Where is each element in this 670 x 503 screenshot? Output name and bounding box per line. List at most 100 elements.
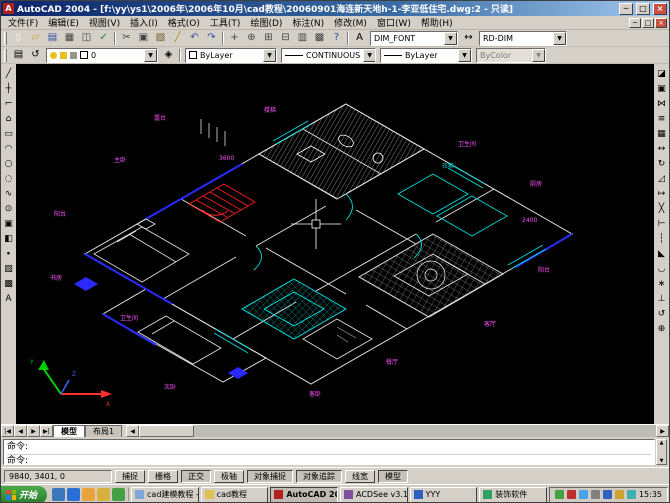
ortho-toggle[interactable]: 正交 bbox=[181, 470, 211, 483]
layer-previous-icon[interactable]: ↺ bbox=[27, 48, 44, 63]
ucs-icon[interactable]: ⊥ bbox=[655, 291, 669, 306]
copy-icon[interactable]: ▣ bbox=[135, 31, 152, 46]
model-toggle[interactable]: 模型 bbox=[378, 470, 408, 483]
drawing-canvas[interactable]: 露台楼梯3600主卧阳台书房卫生间次卧客卧餐厅客厅阳台2400厨房卫生间衣柜XY… bbox=[16, 64, 654, 424]
tab-next-button[interactable]: ▶ bbox=[27, 425, 40, 437]
media-player-icon[interactable] bbox=[82, 488, 95, 501]
toolbar-grip[interactable] bbox=[4, 32, 7, 45]
insert-block-icon[interactable]: ▣ bbox=[2, 216, 16, 231]
polygon-icon[interactable]: ⌂ bbox=[2, 111, 16, 126]
tab-first-button[interactable]: |◀ bbox=[1, 425, 14, 437]
copy-object-icon[interactable]: ▣ bbox=[655, 81, 669, 96]
scroll-down-icon[interactable]: ▼ bbox=[660, 458, 664, 464]
menu-item[interactable]: 修改(M) bbox=[329, 16, 372, 29]
scroll-up-icon[interactable]: ▲ bbox=[660, 440, 664, 446]
offset-icon[interactable]: ≡ bbox=[655, 111, 669, 126]
lineweight-toggle[interactable]: 线宽 bbox=[345, 470, 375, 483]
dim-style-dropdown[interactable]: RD-DIM ▼ bbox=[479, 31, 567, 46]
otrack-toggle[interactable]: 对象追踪 bbox=[296, 470, 342, 483]
zoom-previous-icon[interactable]: ⊟ bbox=[277, 31, 294, 46]
layer-dropdown[interactable]: 0 ▼ bbox=[46, 48, 158, 63]
command-prompt-line[interactable]: 命令: bbox=[7, 454, 651, 467]
revision-cloud-icon[interactable]: ◌ bbox=[2, 171, 16, 186]
folder-task[interactable]: cad教程 bbox=[201, 487, 269, 503]
mdi-close-button[interactable]: × bbox=[655, 18, 667, 28]
menu-item[interactable]: 标注(N) bbox=[287, 16, 329, 29]
new-icon[interactable]: ▯ bbox=[10, 31, 27, 46]
plotstyle-dropdown[interactable]: ByColor ▼ bbox=[476, 48, 546, 63]
close-button[interactable]: × bbox=[653, 3, 667, 15]
chevron-down-icon[interactable]: ▼ bbox=[553, 32, 566, 45]
text-style-dropdown[interactable]: DIM_FONT ▼ bbox=[370, 31, 458, 46]
acdsee-task[interactable]: ACDSee v3.1 - 20... bbox=[340, 487, 408, 503]
designcenter-icon[interactable]: ▩ bbox=[311, 31, 328, 46]
move-icon[interactable]: ↔ bbox=[655, 141, 669, 156]
array-icon[interactable]: ▦ bbox=[655, 126, 669, 141]
save-icon[interactable]: ▤ bbox=[44, 31, 61, 46]
zoom-icon[interactable]: ⊕ bbox=[655, 321, 669, 336]
scrollbar-track[interactable] bbox=[139, 425, 656, 437]
paste-icon[interactable]: ▨ bbox=[152, 31, 169, 46]
redraw-icon[interactable]: ↺ bbox=[655, 306, 669, 321]
color-dropdown[interactable]: ByLayer ▼ bbox=[185, 48, 277, 63]
scheduler-icon[interactable] bbox=[615, 490, 624, 499]
ellipse-icon[interactable]: ⊙ bbox=[2, 201, 16, 216]
autocad-task[interactable]: AutoCAD 2004 - [... bbox=[270, 487, 338, 503]
explode-icon[interactable]: ∗ bbox=[655, 276, 669, 291]
undo-icon[interactable]: ↶ bbox=[186, 31, 203, 46]
spline-icon[interactable]: ∿ bbox=[2, 186, 16, 201]
layout-tab[interactable]: 布局1 bbox=[85, 425, 122, 437]
match-properties-icon[interactable]: ╱ bbox=[169, 31, 186, 46]
menu-item[interactable]: 帮助(H) bbox=[416, 16, 458, 29]
ie-icon[interactable] bbox=[67, 488, 80, 501]
command-scrollbar[interactable]: ▲ ▼ bbox=[656, 439, 667, 465]
extend-icon[interactable]: ⊢ bbox=[655, 216, 669, 231]
polar-toggle[interactable]: 极轴 bbox=[214, 470, 244, 483]
construction-line-icon[interactable]: ┼ bbox=[2, 81, 16, 96]
show-desktop-icon[interactable] bbox=[52, 488, 65, 501]
mdi-restore-button[interactable]: □ bbox=[642, 18, 654, 28]
mdi-minimize-button[interactable]: ─ bbox=[629, 18, 641, 28]
messenger-icon[interactable] bbox=[112, 488, 125, 501]
mirror-icon[interactable]: ⋈ bbox=[655, 96, 669, 111]
point-icon[interactable]: ∙ bbox=[2, 246, 16, 261]
menu-item[interactable]: 插入(I) bbox=[125, 16, 163, 29]
menu-item[interactable]: 格式(O) bbox=[163, 16, 205, 29]
menu-item[interactable]: 绘图(D) bbox=[245, 16, 287, 29]
text-style-icon[interactable]: A bbox=[351, 31, 368, 46]
fillet-icon[interactable]: ◡ bbox=[655, 261, 669, 276]
hatch-icon[interactable]: ▨ bbox=[2, 261, 16, 276]
maximize-button[interactable]: □ bbox=[636, 3, 650, 15]
linetype-dropdown[interactable]: CONTINUOUS ▼ bbox=[281, 48, 376, 63]
chevron-down-icon[interactable]: ▼ bbox=[144, 49, 157, 62]
zoom-window-icon[interactable]: ⊞ bbox=[260, 31, 277, 46]
menu-item[interactable]: 文件(F) bbox=[3, 16, 43, 29]
grid-toggle[interactable]: 栅格 bbox=[148, 470, 178, 483]
open-icon[interactable]: ▱ bbox=[27, 31, 44, 46]
snap-toggle[interactable]: 捕捉 bbox=[115, 470, 145, 483]
layer-manager-icon[interactable]: ▤ bbox=[10, 48, 27, 63]
stretch-icon[interactable]: ↦ bbox=[655, 186, 669, 201]
rotate-icon[interactable]: ↻ bbox=[655, 156, 669, 171]
scrollbar-thumb[interactable] bbox=[139, 425, 194, 437]
osnap-toggle[interactable]: 对象捕捉 bbox=[247, 470, 293, 483]
make-object-layer-current-icon[interactable]: ◈ bbox=[160, 48, 177, 63]
plot-icon[interactable]: ▦ bbox=[61, 31, 78, 46]
folder-icon[interactable] bbox=[97, 488, 110, 501]
trim-icon[interactable]: ╳ bbox=[655, 201, 669, 216]
toolbar-grip[interactable] bbox=[4, 49, 7, 62]
titlebar[interactable]: A AutoCAD 2004 - [f:\yy\ys1\2006年\2006年1… bbox=[1, 1, 669, 16]
decor-task[interactable]: 装饰软件 bbox=[479, 487, 547, 503]
dim-style-icon[interactable]: ↔ bbox=[460, 31, 477, 46]
lineweight-dropdown[interactable]: ByLayer ▼ bbox=[380, 48, 472, 63]
break-icon[interactable]: ┆ bbox=[655, 231, 669, 246]
scroll-right-icon[interactable]: ▶ bbox=[656, 425, 669, 437]
polyline-icon[interactable]: ⌐ bbox=[2, 96, 16, 111]
arc-icon[interactable]: ◠ bbox=[2, 141, 16, 156]
chevron-down-icon[interactable]: ▼ bbox=[363, 49, 376, 62]
layout-tab[interactable]: 模型 bbox=[53, 425, 85, 437]
menu-item[interactable]: 视图(V) bbox=[84, 16, 125, 29]
zoom-realtime-icon[interactable]: ⊕ bbox=[243, 31, 260, 46]
im-icon[interactable] bbox=[579, 490, 588, 499]
minimize-button[interactable]: ─ bbox=[619, 3, 633, 15]
